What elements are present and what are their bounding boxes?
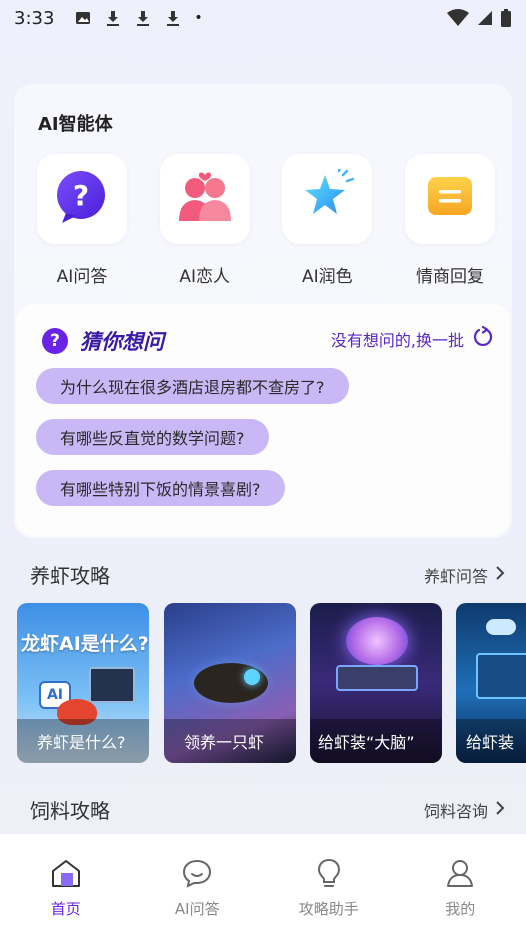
agent-ai-polish[interactable]: AI润色 [281, 154, 373, 287]
tab-profile[interactable]: 我的 [410, 856, 510, 919]
cloud-icon [486, 619, 516, 635]
card-caption: 领养一只虾 [164, 719, 296, 763]
shrimp-qa-link[interactable]: 养虾问答 [424, 563, 506, 587]
section-title: 养虾攻略 [30, 564, 110, 588]
section-title: 饲料攻略 [30, 799, 110, 823]
refresh-questions-button[interactable]: 没有想问的,换一批 [330, 325, 494, 352]
agent-eq-reply[interactable]: 情商回复 [404, 154, 496, 287]
notification-dot: • [194, 10, 203, 26]
monitor-icon [89, 667, 135, 703]
question-badge-icon: ? [42, 328, 68, 354]
sparkle-star-icon [299, 165, 355, 229]
brain-illustration [346, 617, 408, 665]
bottom-tab-bar: 首页 AI问答 攻略助手 我的 [0, 834, 526, 936]
ai-agents-grid: ? AI问答 AI恋人 AI润色 情商回复 [36, 154, 496, 287]
image-icon [74, 9, 92, 27]
suggested-question[interactable]: 为什么现在很多酒店退房都不查房了? [36, 368, 349, 404]
tab-home[interactable]: 首页 [16, 856, 116, 919]
tab-label: 首页 [50, 900, 81, 918]
wifi-icon [446, 9, 470, 27]
shrimp-card[interactable]: 给虾装 [456, 603, 526, 763]
message-card-icon [422, 171, 478, 227]
feed-guide-header: 饲料攻略 饲料咨询 [30, 795, 506, 824]
agent-label: AI润色 [301, 267, 353, 287]
download-icon [104, 9, 122, 27]
shrimp-guide-header: 养虾攻略 养虾问答 [30, 560, 506, 589]
chevron-right-icon [494, 800, 506, 820]
link-label: 饲料咨询 [423, 801, 488, 821]
tab-guide-assistant[interactable]: 攻略助手 [279, 856, 379, 919]
chat-icon [180, 856, 214, 890]
guess-title: 猜你想问 [80, 330, 164, 354]
suggested-question[interactable]: 有哪些反直觉的数学问题? [36, 419, 269, 455]
screen-illustration [476, 653, 526, 699]
guess-questions-panel: ? 猜你想问 没有想问的,换一批 为什么现在很多酒店退房都不查房了? 有哪些反直… [16, 304, 510, 536]
download-icon [134, 9, 152, 27]
refresh-label: 没有想问的,换一批 [330, 331, 464, 350]
status-time: 3:33 [14, 7, 55, 29]
user-icon [443, 856, 477, 890]
tab-ai-qa[interactable]: AI问答 [147, 856, 247, 919]
ai-agents-title: AI智能体 [38, 114, 113, 135]
guess-header: ? 猜你想问 [42, 326, 164, 356]
tab-label: 我的 [445, 900, 476, 918]
agent-ai-qa[interactable]: ? AI问答 [36, 154, 128, 287]
card-caption: 养虾是什么? [17, 719, 149, 763]
feed-consult-link[interactable]: 饲料咨询 [424, 798, 506, 822]
tab-label: AI问答 [174, 900, 220, 918]
link-label: 养虾问答 [423, 566, 488, 586]
home-icon [49, 856, 83, 890]
agent-label: AI问答 [56, 267, 108, 287]
glow-eye [244, 669, 260, 685]
signal-icon [476, 9, 494, 27]
lightbulb-icon [312, 856, 346, 890]
chevron-right-icon [494, 565, 506, 585]
download-icon [164, 9, 182, 27]
refresh-icon [472, 325, 494, 352]
shrimp-card[interactable]: 给虾装“大脑” [310, 603, 442, 763]
card-caption: 给虾装 [456, 719, 526, 763]
card-banner: 龙虾AI是什么? [21, 633, 149, 655]
agent-ai-lover[interactable]: AI恋人 [159, 154, 251, 287]
shrimp-card[interactable]: 龙虾AI是什么? AI 养虾是什么? [17, 603, 149, 763]
suggested-question[interactable]: 有哪些特别下饭的情景喜剧? [36, 470, 285, 506]
svg-text:?: ? [73, 179, 89, 212]
agent-label: AI恋人 [179, 267, 230, 287]
shrimp-card[interactable]: 领养一只虾 [164, 603, 296, 763]
question-bubble-icon: ? [54, 169, 110, 229]
shrimp-card-row: 龙虾AI是什么? AI 养虾是什么? 领养一只虾 给虾装“大脑” 给虾装 [17, 603, 526, 765]
battery-icon [500, 9, 512, 27]
card-caption: 给虾装“大脑” [310, 719, 442, 763]
couple-icon [176, 171, 234, 227]
status-bar: 3:33 • [0, 0, 526, 36]
agent-label: 情商回复 [415, 267, 484, 287]
chip-illustration [336, 665, 418, 691]
tab-label: 攻略助手 [298, 900, 359, 918]
